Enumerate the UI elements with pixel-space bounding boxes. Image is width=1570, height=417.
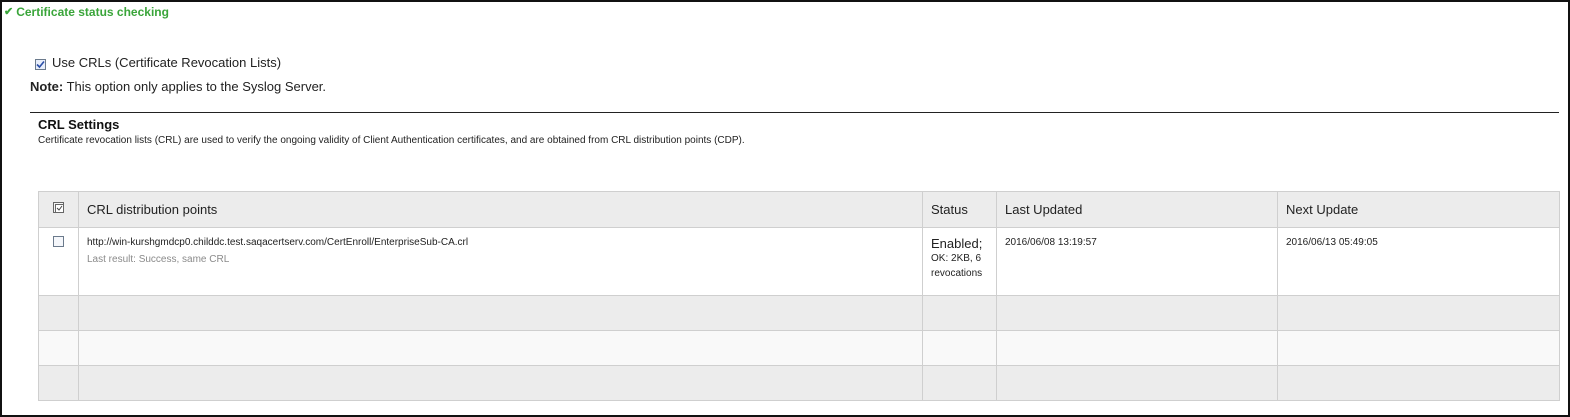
empty-cell [996,330,1278,366]
crl-settings-panel: ✔ Certificate status checking Use CRLs (… [0,0,1570,417]
crl-settings-title: CRL Settings [38,117,120,132]
table-row-empty [38,295,1560,331]
column-header-cdp[interactable]: CRL distribution points [78,191,923,228]
empty-cell [996,295,1278,331]
crl-settings-description: Certificate revocation lists (CRL) are u… [38,135,745,146]
status-cell: Enabled; OK: 2KB, 6 revocations [922,227,997,296]
table-row-empty [38,330,1560,366]
empty-cell [38,365,79,401]
table-header-row: CRL distribution points Status Last Upda… [38,191,1560,228]
empty-cell [78,365,923,401]
note: Note: This option only applies to the Sy… [30,79,326,94]
cdp-url[interactable]: http://win-kurshgmdcp0.childdc.test.saqa… [87,237,914,248]
section-title: Certificate status checking [16,5,169,19]
next-update-cell: 2016/06/13 05:49:05 [1277,227,1560,296]
select-all-header[interactable] [38,191,79,228]
note-prefix: Note: [30,79,64,94]
empty-cell [38,330,79,366]
column-header-next-update[interactable]: Next Update [1277,191,1560,228]
row-select-cell [38,227,79,296]
empty-cell [922,330,997,366]
status-detail-line-2: revocations [931,268,983,279]
cdp-last-result: Last result: Success, same CRL [87,254,230,265]
cdp-table: CRL distribution points Status Last Upda… [38,191,1560,401]
use-crls-label: Use CRLs (Certificate Revocation Lists) [52,55,282,70]
row-checkbox[interactable] [53,236,64,247]
section-header[interactable]: ✔ Certificate status checking [4,5,169,19]
status-detail-line-1: OK: 2KB, 6 [931,253,982,264]
cdp-cell: http://win-kurshgmdcp0.childdc.test.saqa… [78,227,923,296]
column-header-last-updated[interactable]: Last Updated [996,191,1278,228]
last-updated-cell: 2016/06/08 13:19:57 [996,227,1278,296]
empty-cell [922,365,997,401]
checkbox-check-icon [36,60,45,68]
column-header-status[interactable]: Status [922,191,997,228]
empty-cell [38,295,79,331]
divider [30,112,1559,113]
empty-cell [922,295,997,331]
table-row[interactable]: http://win-kurshgmdcp0.childdc.test.saqa… [38,227,1560,296]
empty-cell [1277,330,1560,366]
empty-cell [996,365,1278,401]
empty-cell [1277,365,1560,401]
use-crls-option[interactable]: Use CRLs (Certificate Revocation Lists) [35,55,281,70]
empty-cell [78,330,923,366]
table-row-empty [38,365,1560,401]
checkmark-icon: ✔ [4,6,14,18]
empty-cell [1277,295,1560,331]
empty-cell [78,295,923,331]
status-text: Enabled; [931,236,983,251]
note-text: This option only applies to the Syslog S… [63,79,327,94]
use-crls-checkbox[interactable] [35,58,46,70]
select-all-icon[interactable] [52,202,65,214]
